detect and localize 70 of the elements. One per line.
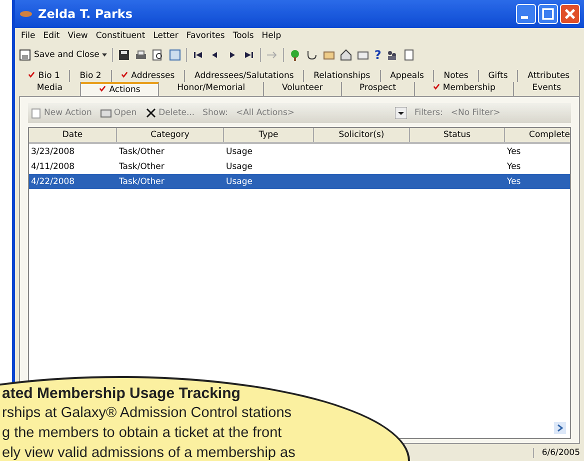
status-date: 6/6/2005 [532,448,580,458]
scroll-right-icon[interactable] [554,422,566,434]
printer-icon[interactable] [135,49,148,61]
menu-item[interactable]: Tools [232,31,254,41]
checkmark-icon [28,71,36,78]
table-cell: Task/Other [119,176,164,186]
checkmark-icon [432,83,440,90]
menu-item[interactable]: Letter [153,31,178,41]
minimize-icon [521,16,528,19]
table-cell: Yes [507,146,521,156]
people-icon[interactable] [386,49,398,61]
checkmark-icon [99,85,106,92]
table-cell: 4/22/2008 [31,176,75,186]
table-cell: Usage [226,176,252,186]
column-header[interactable]: Category [117,128,224,142]
menu-item[interactable]: Constituent [96,31,146,41]
menu-item[interactable]: Help [262,31,282,41]
maximize-button[interactable] [538,4,558,24]
checkmark-icon [121,71,128,78]
column-header[interactable]: Complete [505,128,570,142]
close-icon [563,7,577,21]
tree-icon[interactable] [289,49,302,61]
house-icon[interactable] [340,49,352,61]
table-cell: 4/11/2008 [31,162,75,172]
table-cell: 3/23/2008 [31,146,75,156]
table-cell: Task/Other [119,162,164,172]
column-header[interactable]: Status [410,128,505,142]
delete-icon [144,107,157,119]
table-row[interactable]: 4/11/2008 Task/Other Usage Yes [29,159,570,174]
help-button[interactable]: ? [374,48,382,62]
filters-label: Filters: [414,108,443,118]
show-dropdown[interactable]: <All Actions> [236,107,407,119]
filters-value: <No Filter> [450,108,500,118]
menu-item[interactable]: View [68,31,88,41]
callout-text: rships at Galaxy® Admission Control stations [2,404,293,423]
first-record-icon[interactable] [192,49,204,61]
callout-text: ely view valid admissions of a membership as [2,444,296,461]
table-cell: Yes [507,162,521,172]
page-icon[interactable] [403,49,416,61]
show-label: Show: [202,108,228,118]
folder-icon[interactable] [323,49,336,61]
column-header[interactable]: Type [224,128,314,142]
window-title: Zelda T. Parks [38,7,133,21]
menu-item[interactable]: File [21,31,36,41]
save-close-icon [19,49,31,61]
menu-item[interactable]: Favorites [186,31,225,41]
table-cell: Usage [226,162,252,172]
tab[interactable]: Actions [81,82,160,96]
minimize-button[interactable] [516,4,536,24]
save-and-close-button[interactable]: Save and Close [19,49,108,61]
table-cell: Task/Other [119,146,164,156]
tab[interactable]: Appeals [380,70,434,82]
table-cell: Yes [507,176,521,186]
table-row[interactable]: 3/23/2008 Task/Other Usage Yes [29,144,570,159]
print-preview-icon[interactable] [152,49,164,61]
dropdown-arrow-icon[interactable] [394,107,407,119]
menu-item[interactable]: Edit [43,31,60,41]
close-button[interactable] [560,4,580,24]
app-icon [19,9,33,19]
caret-icon [102,53,108,57]
table-row[interactable]: 4/22/2008 Task/Other Usage Yes [29,174,570,189]
callout-text: g the members to obtain a ticket at the front [2,424,283,443]
column-header[interactable]: Solicitor(s) [314,128,410,142]
last-record-icon[interactable] [243,49,256,61]
table-cell: Usage [226,146,252,156]
callout-title: ated Membership Usage Tracking [2,384,242,403]
column-header[interactable]: Date [29,128,117,142]
maximize-icon [541,7,555,21]
tab[interactable]: Prospect [342,82,415,96]
card-icon[interactable] [357,49,370,61]
